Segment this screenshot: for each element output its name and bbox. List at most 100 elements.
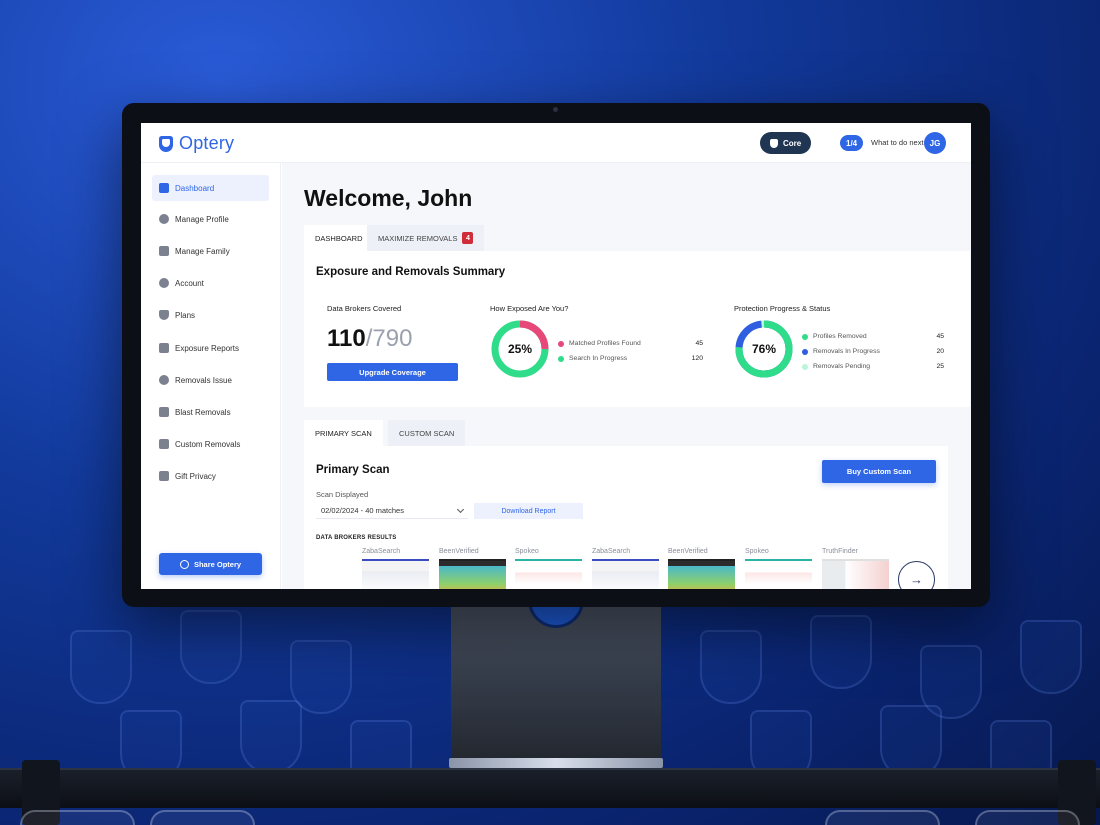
broker-card-beenverified[interactable]: BeenVerified <box>439 548 506 589</box>
broker-name: Spokeo <box>515 548 539 555</box>
plan-badge[interactable]: Core <box>760 132 812 154</box>
legend-value: 120 <box>691 355 703 362</box>
monitor: Optery Core 1/4 What to do next JG Dashb… <box>122 103 990 607</box>
chevron-down-icon <box>456 505 465 513</box>
scan-select-dropdown[interactable]: 02/02/2024 - 40 matches <box>316 503 468 519</box>
protection-label: Protection Progress & Status <box>734 304 831 313</box>
tab-label: PRIMARY SCAN <box>315 428 372 438</box>
shield-icon <box>159 310 169 320</box>
upgrade-coverage-button[interactable]: Upgrade Coverage <box>327 363 458 381</box>
sidebar-item-label: Account <box>175 278 204 288</box>
tab-label: CUSTOM SCAN <box>399 428 455 438</box>
next-arrow-button[interactable]: → <box>898 561 935 589</box>
sidebar-item-manage-profile[interactable]: Manage Profile <box>152 206 269 232</box>
monitor-stand <box>451 607 661 762</box>
gear-icon <box>159 214 169 224</box>
bg-shield-shape <box>240 700 302 774</box>
monitor-camera <box>553 107 558 112</box>
broker-card-zabasearch-2[interactable]: ZabaSearch <box>592 548 659 589</box>
legend-profiles-removed: Profiles Removed <box>802 333 867 340</box>
desk-pill-shape <box>20 810 135 825</box>
sidebar-item-gift-privacy[interactable]: Gift Privacy <box>152 463 269 489</box>
share-button-label: Share Optery <box>193 559 242 569</box>
app-logo[interactable]: Optery <box>159 133 234 154</box>
scan-title: Primary Scan <box>316 464 390 476</box>
sidebar-item-label: Manage Profile <box>175 214 229 224</box>
sidebar-item-label: Blast Removals <box>175 407 231 417</box>
tab-dashboard[interactable]: DASHBOARD <box>304 225 374 251</box>
sidebar-item-manage-family[interactable]: Manage Family <box>152 238 269 264</box>
family-icon <box>159 246 169 256</box>
share-optery-button[interactable]: Share Optery <box>159 553 262 575</box>
desk-pill-shape <box>975 810 1080 825</box>
monitor-stand-base <box>449 758 663 768</box>
broker-card-beenverified-2[interactable]: BeenVerified <box>668 548 735 589</box>
sidebar-item-plans[interactable]: Plans <box>152 302 269 328</box>
broker-screenshot-thumbnail <box>822 559 889 589</box>
sidebar-item-label: Custom Removals <box>175 439 241 449</box>
count-badge: 4 <box>462 232 474 244</box>
shield-logo-icon <box>159 135 173 152</box>
broker-card-spokeo-2[interactable]: Spokeo <box>745 548 812 589</box>
desk-pill-shape <box>150 810 255 825</box>
buy-custom-scan-button[interactable]: Buy Custom Scan <box>822 460 936 483</box>
scan-select-value: 02/02/2024 - 40 matches <box>321 506 404 515</box>
download-report-button[interactable]: Download Report <box>474 503 583 519</box>
bg-shield-shape <box>700 630 762 704</box>
dashboard-icon <box>159 183 169 193</box>
legend-label: Search In Progress <box>569 355 628 362</box>
sidebar-item-blast-removals[interactable]: Blast Removals <box>152 399 269 425</box>
main-content: Welcome, John DASHBOARD MAXIMIZE REMOVAL… <box>282 163 971 589</box>
tab-maximize-removals[interactable]: MAXIMIZE REMOVALS 4 <box>367 225 485 251</box>
summary-title: Exposure and Removals Summary <box>316 266 506 278</box>
what-to-do-next-link[interactable]: What to do next <box>871 138 924 147</box>
arrow-right-icon: → <box>910 572 923 587</box>
sidebar-item-dashboard[interactable]: Dashboard <box>152 175 269 201</box>
tab-custom-scan[interactable]: CUSTOM SCAN <box>388 420 466 446</box>
legend-search-in-progress: Search In Progress <box>558 355 627 362</box>
sidebar-item-custom-removals[interactable]: Custom Removals <box>152 431 269 457</box>
app-screen: Optery Core 1/4 What to do next JG Dashb… <box>141 123 971 589</box>
legend-removals-in-progress: Removals In Progress <box>802 348 880 355</box>
legend-value: 25 <box>936 363 944 370</box>
broker-card-truthfinder[interactable]: TruthFinder <box>822 548 889 589</box>
protection-donut-chart: 76% <box>734 319 794 379</box>
page-title: Welcome, John <box>304 185 473 211</box>
blue-dot-icon <box>802 348 808 355</box>
steps-counter[interactable]: 1/4 <box>840 135 864 151</box>
bg-shield-shape <box>70 630 132 704</box>
pink-dot-icon <box>558 340 564 347</box>
tab-label: DASHBOARD <box>315 233 363 243</box>
tab-primary-scan[interactable]: PRIMARY SCAN <box>304 420 383 446</box>
brokers-covered-value: 110/790 <box>327 325 412 353</box>
sidebar-item-account[interactable]: Account <box>152 270 269 296</box>
broker-screenshot-thumbnail <box>362 559 429 589</box>
shield-icon <box>770 138 778 148</box>
legend-label: Removals Pending <box>813 363 871 370</box>
brokers-covered-label: Data Brokers Covered <box>327 304 402 313</box>
bg-shield-shape <box>1020 620 1082 694</box>
broker-screenshot-thumbnail <box>515 559 582 589</box>
sidebar-item-label: Removals Issue <box>175 375 232 385</box>
legend-label: Matched Profiles Found <box>569 340 641 347</box>
exposure-percent: 25% <box>507 342 533 356</box>
plan-badge-label: Core <box>783 138 802 148</box>
broker-card-zabasearch[interactable]: ZabaSearch <box>362 548 429 589</box>
broker-name: BeenVerified <box>439 548 479 555</box>
protection-percent: 76% <box>751 342 777 356</box>
alert-icon <box>159 375 169 385</box>
sidebar-item-removals-issue[interactable]: Removals Issue <box>152 367 269 393</box>
legend-label: Profiles Removed <box>813 333 867 340</box>
app-name: Optery <box>179 133 235 153</box>
green-dot-icon <box>802 333 808 340</box>
green-dot-icon <box>558 355 564 362</box>
broker-card-spokeo[interactable]: Spokeo <box>515 548 582 589</box>
legend-matched-profiles: Matched Profiles Found <box>558 340 641 347</box>
broker-screenshot-thumbnail <box>668 559 735 589</box>
avatar[interactable]: JG <box>924 132 946 154</box>
light-green-dot-icon <box>802 363 808 370</box>
sidebar-item-exposure-reports[interactable]: Exposure Reports <box>152 335 269 361</box>
sidebar-item-label: Exposure Reports <box>175 343 240 353</box>
broker-screenshot-thumbnail <box>592 559 659 589</box>
legend-value: 20 <box>936 348 944 355</box>
